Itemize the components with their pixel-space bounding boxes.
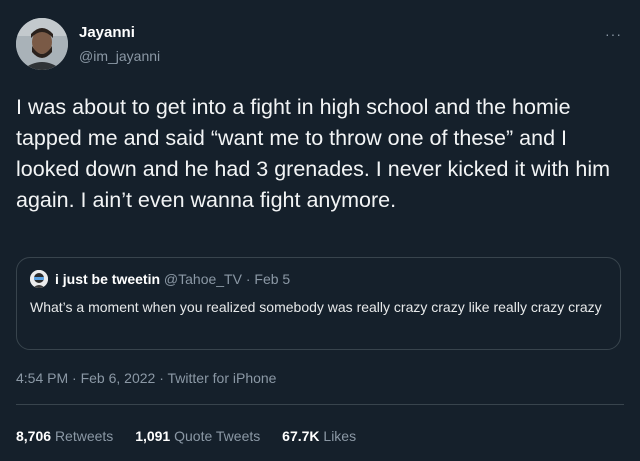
retweets-label: Retweets (54, 428, 114, 444)
tweet-text: I was about to get into a fight in high … (16, 95, 611, 212)
quote-tweets-label: Quote Tweets (174, 428, 261, 444)
quote-tweets-stat[interactable]: 1,091 Quote Tweets (135, 428, 260, 444)
tweet-source[interactable]: Twitter for iPhone (168, 370, 277, 386)
likes-count: 67.7K (282, 428, 320, 444)
divider (16, 404, 624, 405)
quoted-avatar-image (30, 270, 48, 288)
quoted-tweet-text: What’s a moment when you realized somebo… (30, 299, 602, 315)
engagement-stats: 8,706 Retweets 1,091 Quote Tweets 67.7K … (16, 428, 374, 444)
retweets-stat[interactable]: 8,706 Retweets (16, 428, 113, 444)
tweet-date[interactable]: Feb 6, 2022 (81, 370, 156, 386)
quoted-tweet-header: i just be tweetin @Tahoe_TV · Feb 5 (55, 271, 290, 287)
likes-stat[interactable]: 67.7K Likes (282, 428, 356, 444)
retweets-count: 8,706 (16, 428, 52, 444)
likes-label: Likes (323, 428, 357, 444)
quote-tweets-count: 1,091 (135, 428, 171, 444)
quoted-meta-separator: · (241, 271, 255, 287)
timestamp-separator-1: · (68, 370, 81, 386)
timestamp-separator-2: · (155, 370, 168, 386)
author-display-name[interactable]: Jayanni (79, 24, 135, 41)
more-options-icon[interactable]: ··· (605, 26, 622, 42)
quoted-tweet[interactable]: i just be tweetin @Tahoe_TV · Feb 5 What… (16, 257, 621, 350)
tweet-time[interactable]: 4:54 PM (16, 370, 68, 386)
avatar-image (16, 18, 68, 70)
quoted-author-handle: @Tahoe_TV (163, 271, 242, 287)
quoted-author-avatar (30, 270, 48, 288)
tweet-timestamp: 4:54 PM · Feb 6, 2022 · Twitter for iPho… (16, 370, 276, 386)
quoted-tweet-date: Feb 5 (254, 271, 291, 287)
author-avatar[interactable] (16, 18, 68, 70)
author-handle[interactable]: @im_jayanni (79, 48, 160, 64)
quoted-author-name: i just be tweetin (55, 271, 161, 287)
tweet-card: Jayanni @im_jayanni ··· I was about to g… (0, 0, 640, 461)
